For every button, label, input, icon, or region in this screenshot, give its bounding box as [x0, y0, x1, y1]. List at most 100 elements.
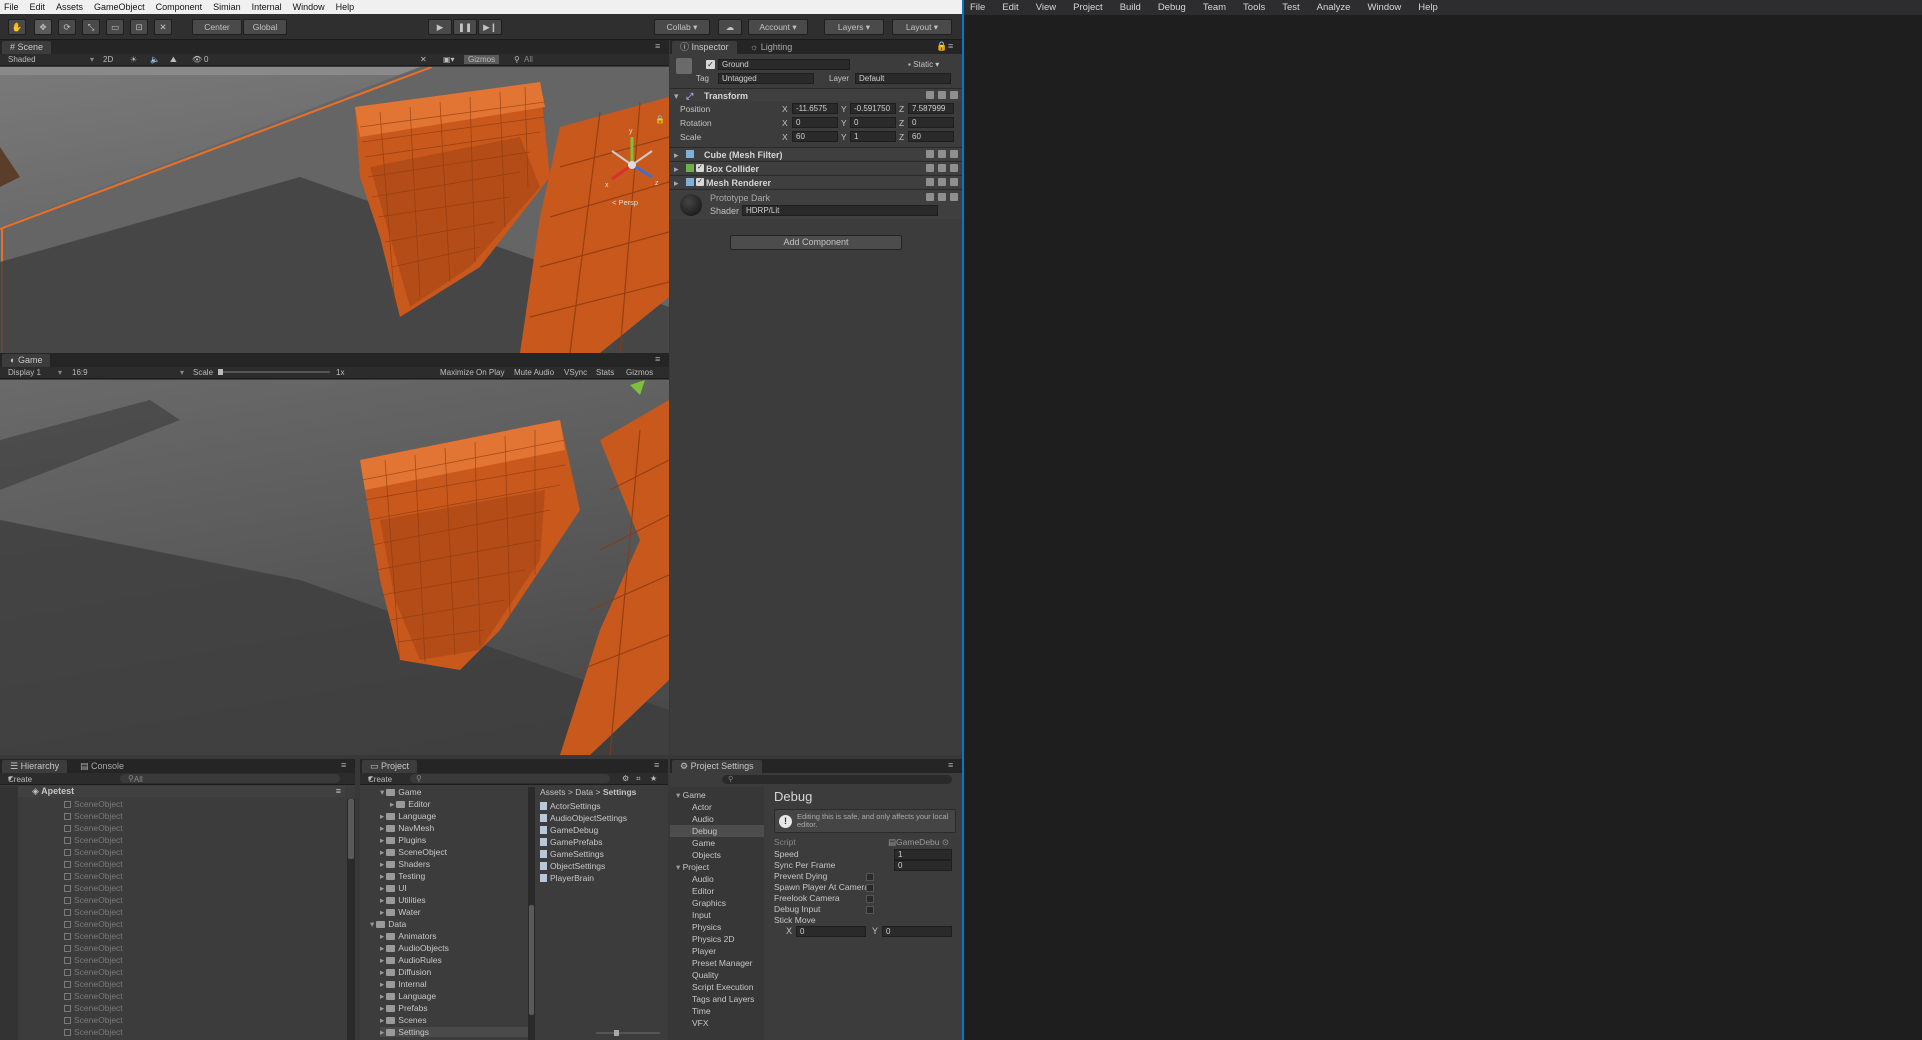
tab-inspector[interactable]: ⓘ Inspector — [672, 41, 737, 54]
folder-expand-arrow-icon[interactable]: ▸ — [380, 907, 384, 917]
inspector-menu-icon[interactable]: ≡ — [948, 42, 958, 51]
stick-x-field[interactable]: 0 — [796, 926, 866, 937]
hierarchy-item[interactable]: SceneObject — [64, 847, 123, 857]
folder-expand-arrow-icon[interactable]: ▸ — [380, 979, 384, 989]
tab-lighting[interactable]: ☼ Lighting — [742, 41, 800, 54]
persp-label[interactable]: < Persp — [612, 198, 638, 207]
project-asset[interactable]: ActorSettings — [540, 801, 601, 811]
project-search-input[interactable]: ⚲ — [410, 774, 610, 783]
toggle-2d-button[interactable]: 2D — [103, 55, 113, 64]
project-folder[interactable]: ▸ SceneObject — [380, 847, 447, 857]
folder-expand-arrow-icon[interactable]: ▸ — [380, 871, 384, 881]
ide-menu-team[interactable]: Team — [1203, 2, 1226, 13]
hierarchy-search-input[interactable]: ⚲ All — [120, 774, 340, 784]
settings-nav-item[interactable]: Actor — [670, 801, 764, 813]
project-folder[interactable]: ▸ Shaders — [380, 859, 430, 869]
position-z-field[interactable]: 7.587999 — [908, 103, 954, 114]
preset-icon[interactable] — [938, 150, 946, 158]
layers-dropdown[interactable]: Layers ▾ — [824, 19, 884, 35]
ide-menu-analyze[interactable]: Analyze — [1317, 2, 1351, 13]
folder-expand-arrow-icon[interactable]: ▾ — [380, 787, 384, 797]
project-create-dropdown[interactable]: Create ▾ — [368, 774, 392, 784]
ide-menu-file[interactable]: File — [970, 2, 985, 13]
position-y-field[interactable]: -0.591750 — [850, 103, 896, 114]
folder-expand-arrow-icon[interactable]: ▸ — [380, 823, 384, 833]
preset-icon[interactable] — [938, 164, 946, 172]
project-folder[interactable]: ▸ AudioObjects — [380, 943, 449, 953]
project-folder[interactable]: ▸ Scenes — [380, 1015, 427, 1025]
ide-menu-view[interactable]: View — [1036, 2, 1056, 13]
game-menu-icon[interactable]: ≡ — [655, 355, 665, 364]
script-field[interactable]: ▤GameDebu ⊙ — [888, 837, 952, 848]
vsync-toggle[interactable]: VSync — [564, 368, 587, 377]
project-folder[interactable]: ▸ Diffusion — [380, 967, 431, 977]
project-folder[interactable]: ▸ Language — [380, 991, 436, 1001]
tab-game[interactable]: ◐ Game — [2, 354, 51, 367]
settings-nav-item[interactable]: Tags and Layers — [670, 993, 764, 1005]
menu-component[interactable]: Component — [156, 2, 203, 12]
menu-assets[interactable]: Assets — [56, 2, 83, 12]
help-icon[interactable] — [926, 164, 934, 172]
maximize-on-play-toggle[interactable]: Maximize On Play — [440, 368, 504, 377]
settings-nav-item[interactable]: Time — [670, 1005, 764, 1017]
scale-tool-icon[interactable]: ⤡ — [82, 19, 100, 35]
settings-nav-item[interactable]: ▾ Project — [670, 861, 764, 873]
ide-menu-window[interactable]: Window — [1367, 2, 1401, 13]
project-folder[interactable]: ▸ UI — [380, 883, 407, 893]
transform-tool-icon[interactable]: ⊡ — [130, 19, 148, 35]
settings-nav-item[interactable]: Preset Manager — [670, 957, 764, 969]
settings-search-input[interactable]: ⚲ — [722, 775, 952, 784]
lock-icon[interactable]: 🔒 — [655, 115, 665, 124]
scene-viewport[interactable]: y x z < Persp 🔒 — [0, 67, 669, 353]
project-settings-menu-icon[interactable]: ≡ — [948, 761, 958, 770]
breadcrumb-settings[interactable]: Settings — [603, 787, 637, 797]
ide-menu-debug[interactable]: Debug — [1158, 2, 1186, 13]
settings-checkbox[interactable] — [866, 895, 874, 903]
step-button[interactable]: ▶❙ — [478, 19, 502, 35]
project-folder[interactable]: ▸ Water — [380, 907, 421, 917]
scene-tools-icon[interactable]: ✕ — [420, 55, 427, 64]
settings-nav-item[interactable]: Objects — [670, 849, 764, 861]
folder-expand-arrow-icon[interactable]: ▸ — [380, 883, 384, 893]
settings-nav-item[interactable]: Game — [670, 837, 764, 849]
add-component-button[interactable]: Add Component — [730, 235, 902, 250]
scale-slider-handle[interactable] — [218, 369, 223, 375]
hierarchy-item[interactable]: SceneObject — [64, 907, 123, 917]
rotation-y-field[interactable]: 0 — [850, 117, 896, 128]
aspect-dropdown[interactable]: 16:9 — [72, 368, 88, 377]
box-collider-header[interactable]: ▸ ✓ Box Collider — [670, 161, 962, 174]
object-name-field[interactable]: Ground — [718, 59, 850, 70]
settings-nav-item[interactable]: Player — [670, 945, 764, 957]
layout-dropdown[interactable]: Layout ▾ — [892, 19, 952, 35]
menu-file[interactable]: File — [4, 2, 19, 12]
folder-expand-arrow-icon[interactable]: ▸ — [390, 799, 394, 809]
tab-scene[interactable]: # Scene — [2, 41, 52, 54]
tab-project-settings[interactable]: ⚙ Project Settings — [672, 760, 762, 773]
scrollbar-thumb[interactable] — [348, 799, 354, 859]
tab-project[interactable]: ▭ Project — [362, 760, 418, 773]
folder-expand-arrow-icon[interactable]: ▾ — [370, 919, 374, 929]
folder-expand-arrow-icon[interactable]: ▸ — [380, 847, 384, 857]
project-folder[interactable]: ▾ Game — [380, 787, 421, 797]
rotation-z-field[interactable]: 0 — [908, 117, 954, 128]
menu-window[interactable]: Window — [293, 2, 325, 12]
settings-nav-item[interactable]: Debug — [670, 825, 764, 837]
hierarchy-menu-icon[interactable]: ≡ — [341, 761, 351, 770]
settings-nav-item[interactable]: ▾ Game — [670, 789, 764, 801]
account-dropdown[interactable]: Account ▾ — [748, 19, 808, 35]
help-icon[interactable] — [926, 150, 934, 158]
menu-help[interactable]: Help — [336, 2, 355, 12]
rotate-tool-icon[interactable]: ⟳ — [58, 19, 76, 35]
help-icon[interactable] — [926, 91, 934, 99]
ide-menu-test[interactable]: Test — [1282, 2, 1299, 13]
folder-expand-arrow-icon[interactable]: ▸ — [380, 895, 384, 905]
scale-y-field[interactable]: 1 — [850, 131, 896, 142]
hierarchy-item[interactable]: SceneObject — [64, 919, 123, 929]
hierarchy-item[interactable]: SceneObject — [64, 979, 123, 989]
settings-checkbox[interactable] — [866, 873, 874, 881]
folder-expand-arrow-icon[interactable]: ▸ — [380, 991, 384, 1001]
inspector-lock-icon[interactable]: 🔒 — [936, 42, 947, 51]
gizmos-dropdown[interactable]: Gizmos — [464, 55, 500, 64]
hierarchy-item[interactable]: SceneObject — [64, 823, 123, 833]
settings-nav-item[interactable]: Graphics — [670, 897, 764, 909]
